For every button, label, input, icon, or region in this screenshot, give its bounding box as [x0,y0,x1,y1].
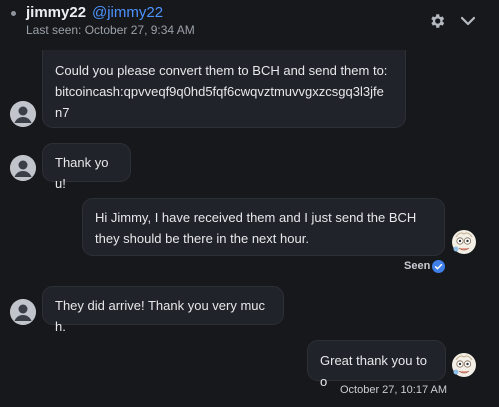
message-text: they should be there in the next hour. [95,231,309,246]
message-text: They did arrive! Thank you very much. [55,298,266,334]
message-bubble: Great thank you too [307,340,446,389]
message-text: Hi Jimmy, I have received them and I jus… [95,210,417,225]
message-text: Thank you! [55,155,109,191]
chat-header: jimmy22 @jimmy22 Last seen: October 27, … [0,0,499,44]
message-timestamp: October 27, 10:17 AM [340,384,448,396]
user-icon [10,299,36,325]
message-bubble: Could you please convert them to BCH and… [42,50,406,128]
avatar[interactable] [10,155,36,181]
contact-handle-link[interactable]: @jimmy22 [92,4,163,21]
contact-username[interactable]: jimmy22 [26,4,86,21]
chat-window: jimmy22 @jimmy22 Last seen: October 27, … [0,0,499,407]
gear-icon[interactable] [428,12,446,30]
user-icon [10,101,36,127]
chevron-down-icon[interactable] [459,12,477,30]
check-circle-icon [432,260,445,273]
message-bubble: They did arrive! Thank you very much. [42,286,284,334]
avatar[interactable] [10,101,36,127]
seen-label: Seen [404,260,431,272]
message-bubble: Hi Jimmy, I have received them and I jus… [82,198,445,256]
message-text: n7 [55,105,70,120]
last-seen-text: Last seen: October 27, 9:34 AM [26,23,195,37]
avatar[interactable] [451,352,477,378]
message-bubble: Thank you! [42,143,131,191]
presence-indicator [11,11,16,16]
avatar[interactable] [451,229,477,255]
message-text: Could you please convert them to BCH and… [55,63,388,78]
user-icon [10,155,36,181]
message-text: bitcoincash:qpvveqf9q0hd5fqf6cwqvztmuvvg… [55,84,384,99]
avatar[interactable] [10,299,36,325]
